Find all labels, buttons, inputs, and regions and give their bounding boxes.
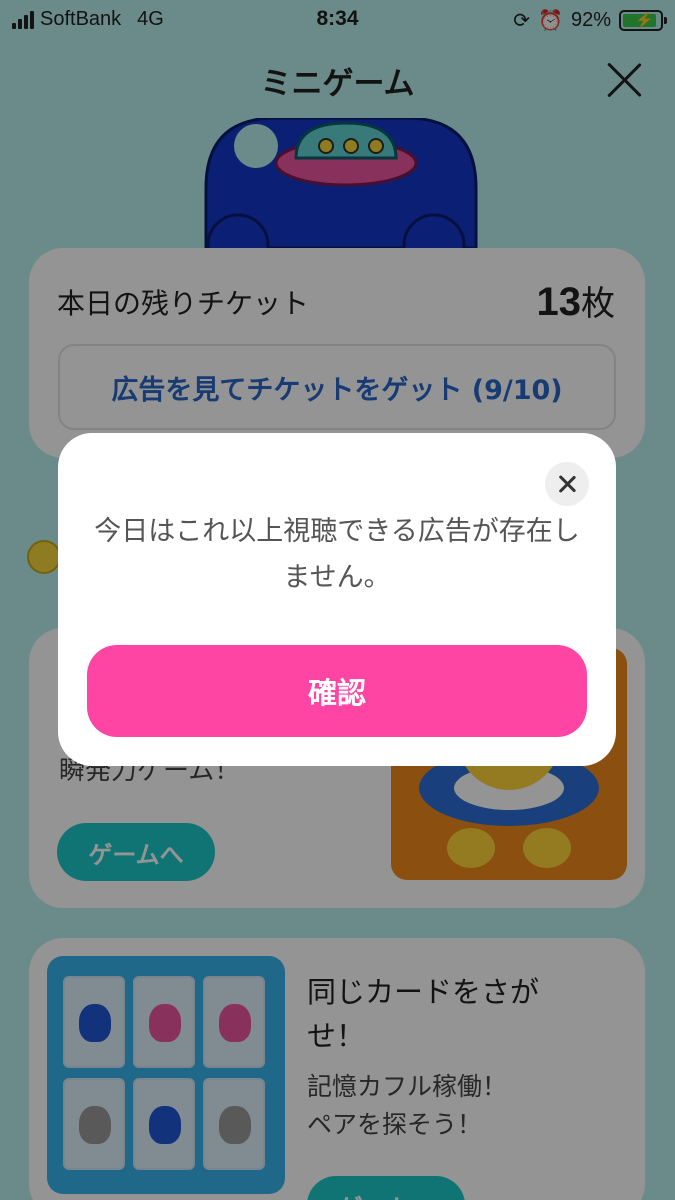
no-ads-dialog: 今日はこれ以上視聴できる広告が存在しません。 確認 (58, 433, 616, 766)
dialog-message: 今日はこれ以上視聴できる広告が存在しません。 (94, 516, 580, 593)
dialog-close-icon[interactable] (545, 462, 589, 506)
confirm-button[interactable]: 確認 (87, 645, 587, 737)
